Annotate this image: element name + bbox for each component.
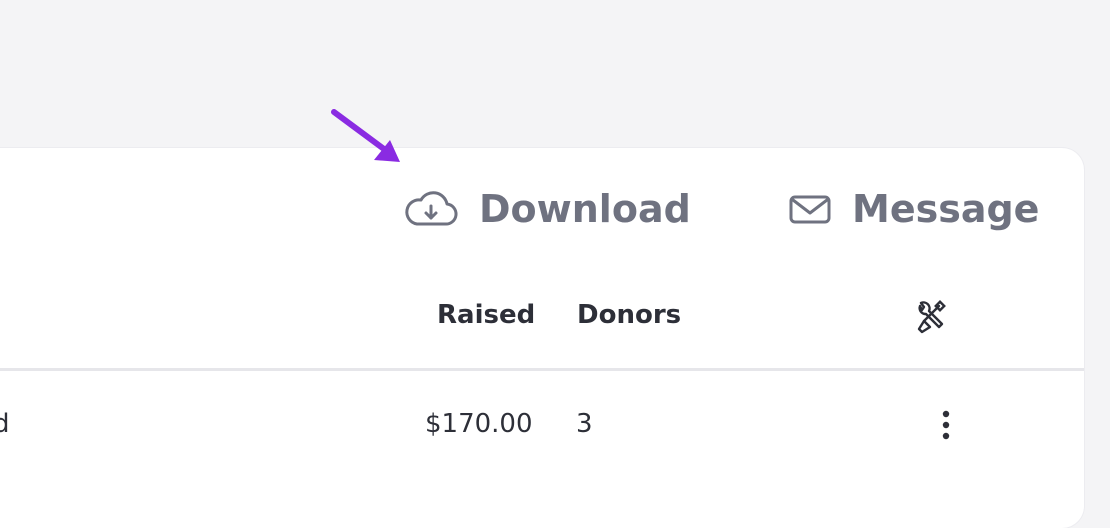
message-label: Message [852, 187, 1040, 231]
download-label: Download [479, 187, 691, 231]
kebab-menu-icon [938, 410, 954, 449]
tools-icon [912, 300, 948, 343]
table-cell-name[interactable]: d [0, 409, 10, 439]
table-cell-raised: $170.00 [425, 409, 533, 439]
table-header-divider [0, 368, 1084, 371]
column-header-donors[interactable]: Donors [577, 300, 681, 330]
envelope-icon [788, 192, 832, 226]
table-cell-donors: 3 [576, 409, 593, 439]
column-header-raised[interactable]: Raised [437, 300, 535, 330]
cloud-download-icon [403, 188, 459, 230]
annotation-arrow-icon [331, 109, 400, 162]
row-actions-button[interactable] [938, 408, 954, 449]
download-button[interactable]: Download [403, 184, 691, 234]
column-settings-button[interactable] [912, 300, 948, 343]
message-button[interactable]: Message [788, 184, 1039, 234]
